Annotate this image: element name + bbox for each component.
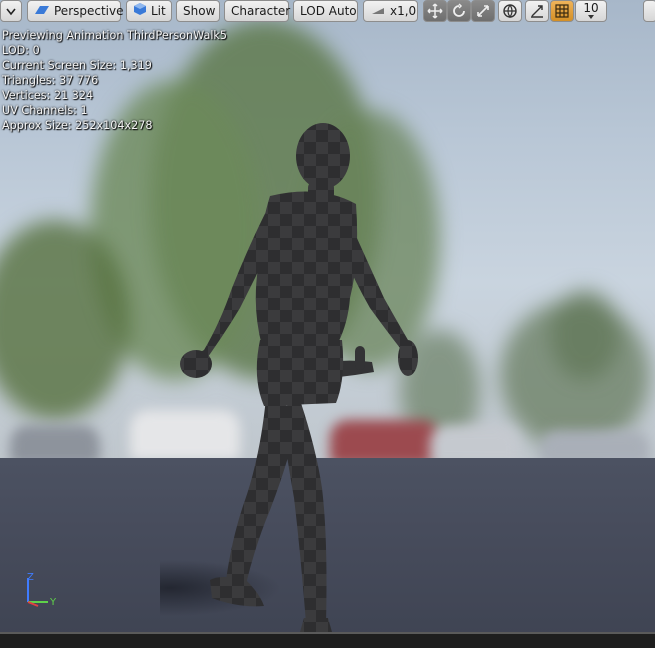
grid-snap-value-dropdown[interactable]: 10 bbox=[575, 0, 607, 22]
lod-auto-button[interactable]: LOD Auto bbox=[293, 0, 358, 22]
animation-preview-viewport[interactable]: Previewing Animation ThirdPersonWalk5 LO… bbox=[0, 0, 655, 632]
character-mannequin[interactable] bbox=[160, 118, 440, 632]
lit-cube-icon bbox=[133, 2, 147, 22]
chevron-down-icon bbox=[588, 15, 594, 19]
grid-snap-value: 10 bbox=[583, 1, 599, 15]
rotate-icon bbox=[453, 3, 465, 17]
show-button[interactable]: Show bbox=[176, 0, 220, 22]
show-label: Show bbox=[183, 4, 216, 18]
scale-tool-button[interactable] bbox=[471, 0, 495, 22]
scale-icon bbox=[477, 5, 489, 17]
lit-label: Lit bbox=[151, 4, 166, 18]
preview-stats-overlay: Previewing Animation ThirdPersonWalk5 LO… bbox=[2, 28, 227, 133]
viewport-maximize-button[interactable] bbox=[643, 0, 655, 22]
perspective-button[interactable]: Perspective bbox=[27, 0, 124, 22]
surface-snap-icon bbox=[531, 5, 543, 18]
translate-tool-button[interactable] bbox=[423, 0, 447, 22]
stats-line-lod: LOD: 0 bbox=[2, 44, 40, 57]
stats-line-uv-channels: UV Channels: 1 bbox=[2, 104, 88, 117]
world-local-toggle[interactable] bbox=[498, 0, 522, 22]
stats-line-screen-size: Current Screen Size: 1,319 bbox=[2, 59, 152, 72]
perspective-icon bbox=[34, 2, 50, 22]
perspective-label: Perspective bbox=[54, 4, 124, 18]
chevron-down-icon bbox=[6, 8, 16, 16]
character-label: Character bbox=[231, 4, 291, 18]
lod-label: LOD Auto bbox=[300, 4, 357, 18]
speed-icon bbox=[370, 2, 386, 22]
character-button[interactable]: Character bbox=[224, 0, 291, 22]
viewport-toolbar: Perspective Lit Show Character LOD Auto … bbox=[0, 0, 655, 22]
playback-speed-button[interactable]: x1,0 bbox=[363, 0, 418, 22]
move-arrows-icon bbox=[427, 3, 443, 19]
stats-line-approx-size: Approx Size: 252x104x278 bbox=[2, 119, 153, 132]
grid-snap-toggle[interactable] bbox=[550, 0, 574, 22]
axis-gizmo: Z Y bbox=[27, 572, 57, 608]
stats-line-triangles: Triangles: 37 776 bbox=[2, 74, 99, 87]
rotate-tool-button[interactable] bbox=[447, 0, 471, 22]
stats-line-animation: Previewing Animation ThirdPersonWalk5 bbox=[2, 29, 228, 42]
lit-button[interactable]: Lit bbox=[126, 0, 172, 22]
stats-line-vertices: Vertices: 21 324 bbox=[2, 89, 94, 102]
axis-z-label: Z bbox=[27, 572, 34, 583]
viewport-options-button[interactable] bbox=[0, 0, 22, 22]
globe-icon bbox=[503, 4, 517, 19]
speed-label: x1,0 bbox=[390, 4, 417, 18]
grid-icon bbox=[555, 4, 569, 18]
surface-snap-button[interactable] bbox=[525, 0, 549, 22]
axis-y-label: Y bbox=[49, 597, 57, 608]
